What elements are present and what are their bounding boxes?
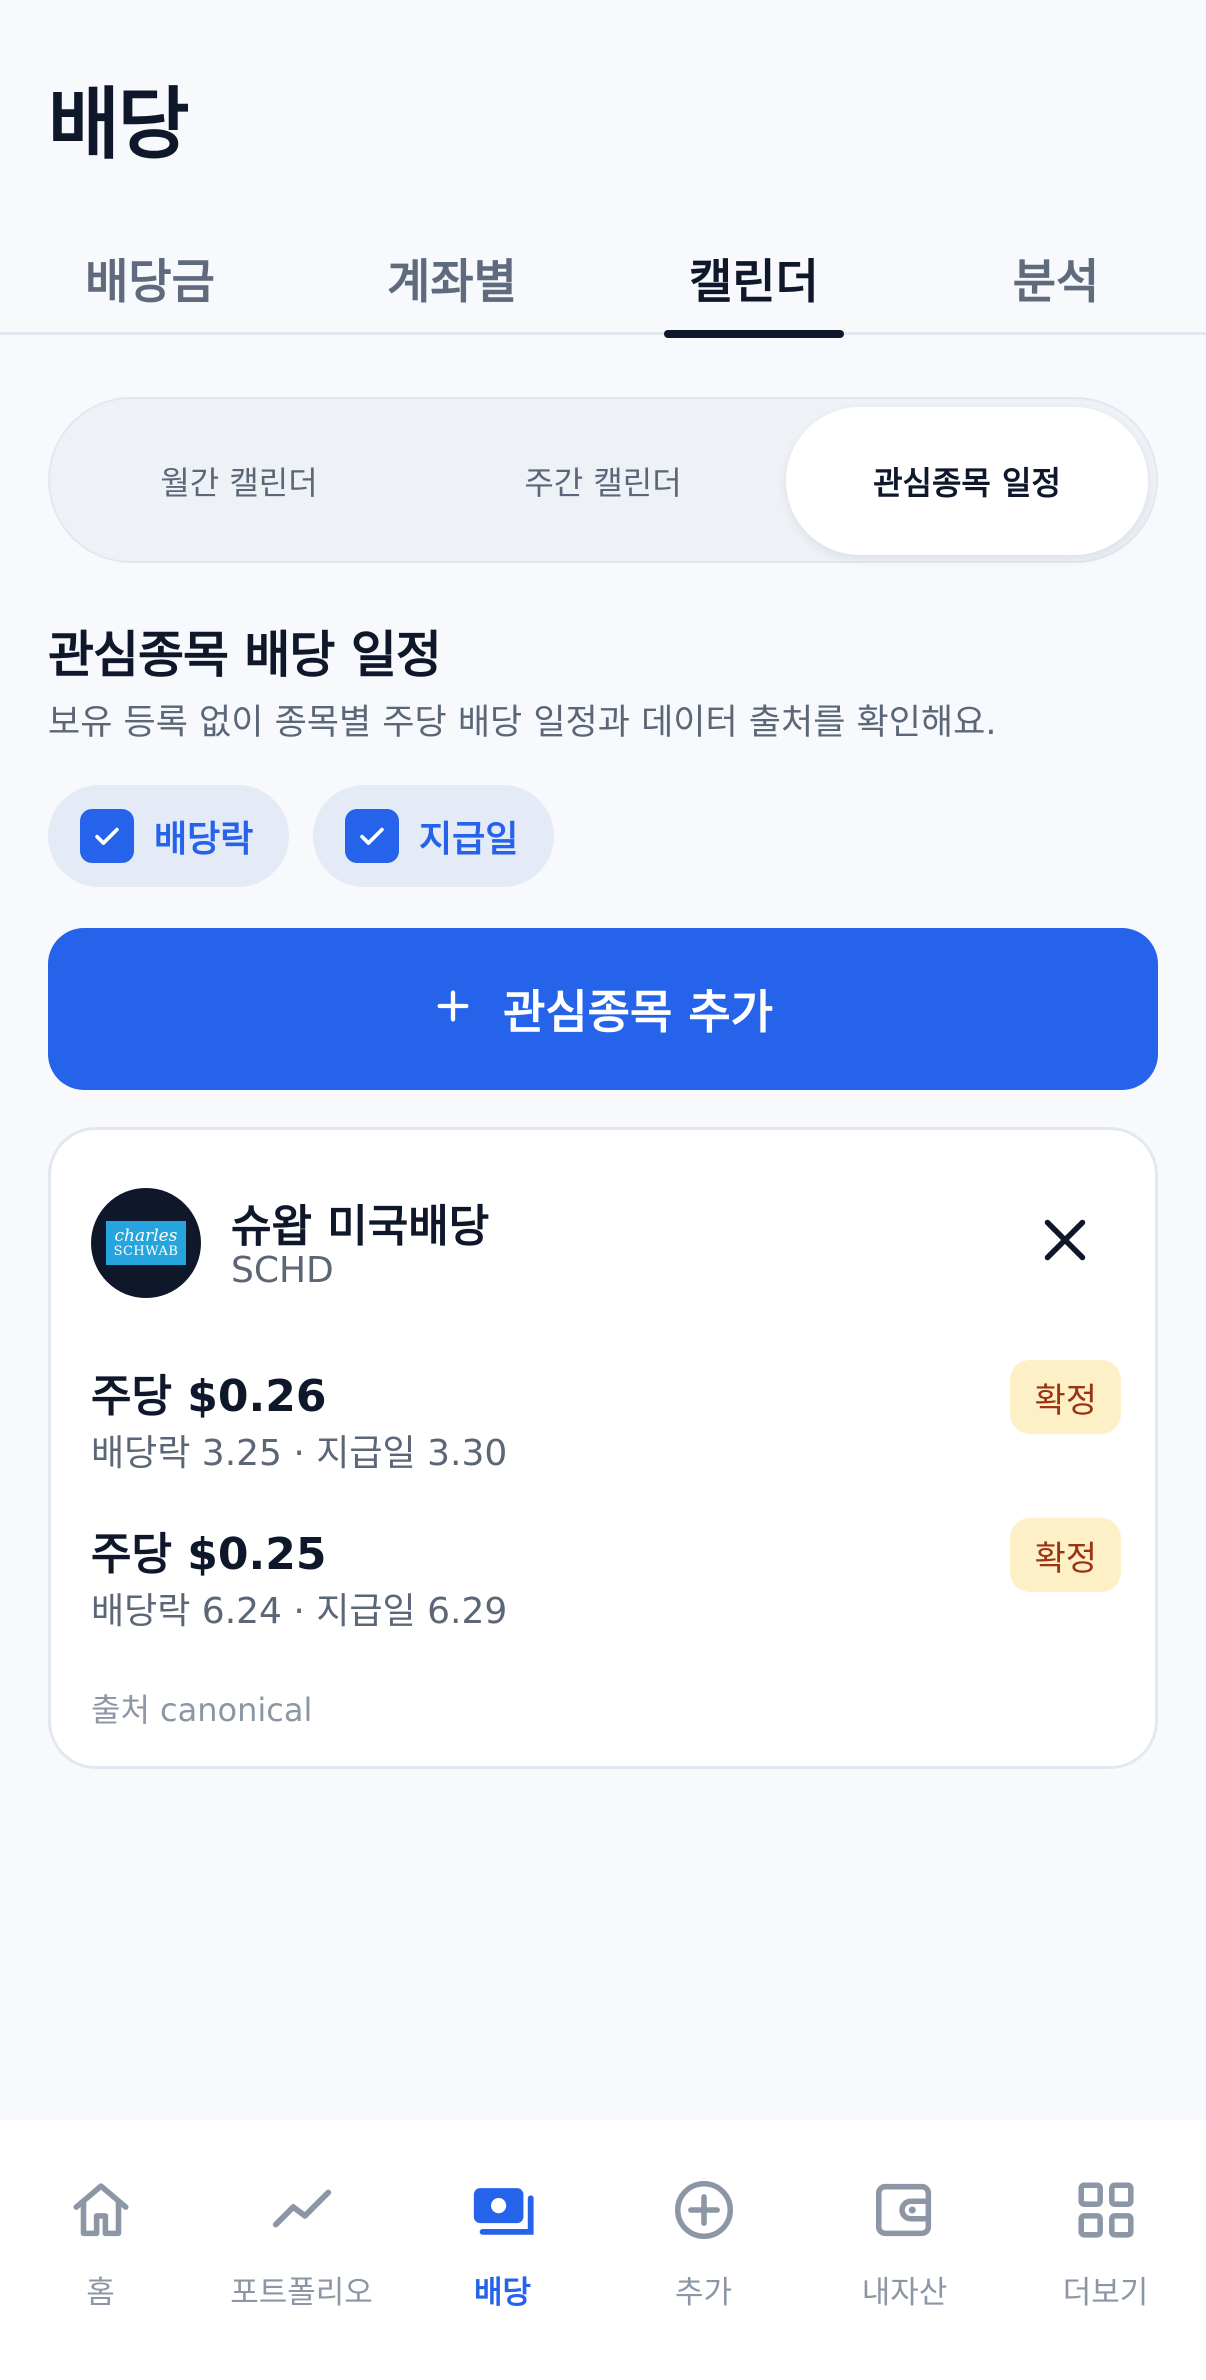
trend-line-icon — [272, 2189, 331, 2228]
status-badge: 확정 — [1010, 1360, 1121, 1434]
tab-by-account[interactable]: 계좌별 — [322, 220, 582, 335]
tab-calendar[interactable]: 캘린더 — [624, 220, 884, 338]
filter-chip-label: 배당락 — [154, 819, 254, 860]
nav-my-assets[interactable]: 내자산 — [804, 2175, 1005, 2335]
dividend-amount: 주당 $0.25 — [91, 1529, 327, 1580]
nav-home[interactable]: 홈 — [0, 2175, 201, 2335]
cash-icon — [473, 2188, 534, 2235]
plus-circle-icon — [674, 2180, 733, 2240]
dividend-row: 주당 $0.26 배당락 3.25 · 지급일 3.30 확정 — [91, 1360, 1121, 1480]
stock-name: 슈왑 미국배당 — [231, 1201, 490, 1252]
dividend-row: 주당 $0.25 배당락 6.24 · 지급일 6.29 확정 — [91, 1518, 1121, 1638]
add-watchlist-label: 관심종목 추가 — [503, 985, 773, 1039]
segment-monthly-calendar[interactable]: 월간 캘린더 — [58, 407, 420, 555]
segment-watchlist-schedule[interactable]: 관심종목 일정 — [786, 407, 1148, 555]
dividend-amount: 주당 $0.26 — [91, 1371, 327, 1422]
stock-ticker: SCHD — [231, 1250, 334, 1291]
home-icon — [72, 2183, 129, 2237]
checkbox-checked-icon — [80, 809, 134, 863]
filter-chip-ex-dividend[interactable]: 배당락 — [48, 785, 290, 887]
page-title: 배당 — [48, 80, 190, 170]
plus-icon — [433, 979, 473, 1039]
bottom-navigation: 홈 포트폴리오 배당 추가 내자산 더보기 — [0, 2120, 1206, 2380]
dividend-calendar-screen: 배당 배당금 계좌별 캘린더 분석 월간 캘린더 주간 캘린더 관심종목 일정 … — [0, 0, 1206, 2380]
section-title: 관심종목 배당 일정 — [48, 626, 442, 684]
remove-stock-button[interactable] — [1035, 1210, 1095, 1270]
stock-logo: charles SCHWAB — [91, 1188, 201, 1298]
main-tabs: 배당금 계좌별 캘린더 분석 — [0, 220, 1206, 338]
checkbox-checked-icon — [345, 809, 399, 863]
add-watchlist-button[interactable]: 관심종목 추가 — [48, 928, 1158, 1090]
nav-more[interactable]: 더보기 — [1005, 2175, 1206, 2335]
grid-icon — [1077, 2182, 1134, 2238]
filter-chip-payment-date[interactable]: 지급일 — [313, 785, 555, 887]
nav-portfolio[interactable]: 포트폴리오 — [201, 2175, 402, 2335]
calendar-view-segment: 월간 캘린더 주간 캘린더 관심종목 일정 — [48, 397, 1158, 563]
segment-weekly-calendar[interactable]: 주간 캘린더 — [422, 407, 784, 555]
nav-add[interactable]: 추가 — [603, 2175, 804, 2335]
filter-chip-label: 지급일 — [419, 819, 519, 860]
dividend-dates: 배당락 3.25 · 지급일 3.30 — [91, 1433, 508, 1474]
watchlist-stock-card: charles SCHWAB 슈왑 미국배당 SCHD 주당 $0.26 배당락… — [48, 1127, 1158, 1769]
dividend-dates: 배당락 6.24 · 지급일 6.29 — [91, 1591, 508, 1632]
close-icon — [1044, 1219, 1086, 1261]
section-description: 보유 등록 없이 종목별 주당 배당 일정과 데이터 출처를 확인해요. — [48, 703, 997, 743]
nav-dividend[interactable]: 배당 — [402, 2175, 603, 2335]
tab-analysis[interactable]: 분석 — [926, 220, 1186, 335]
tab-dividends[interactable]: 배당금 — [20, 220, 280, 335]
status-badge: 확정 — [1010, 1518, 1121, 1592]
wallet-icon — [875, 2183, 931, 2237]
data-source: 출처 canonical — [91, 1691, 313, 1729]
